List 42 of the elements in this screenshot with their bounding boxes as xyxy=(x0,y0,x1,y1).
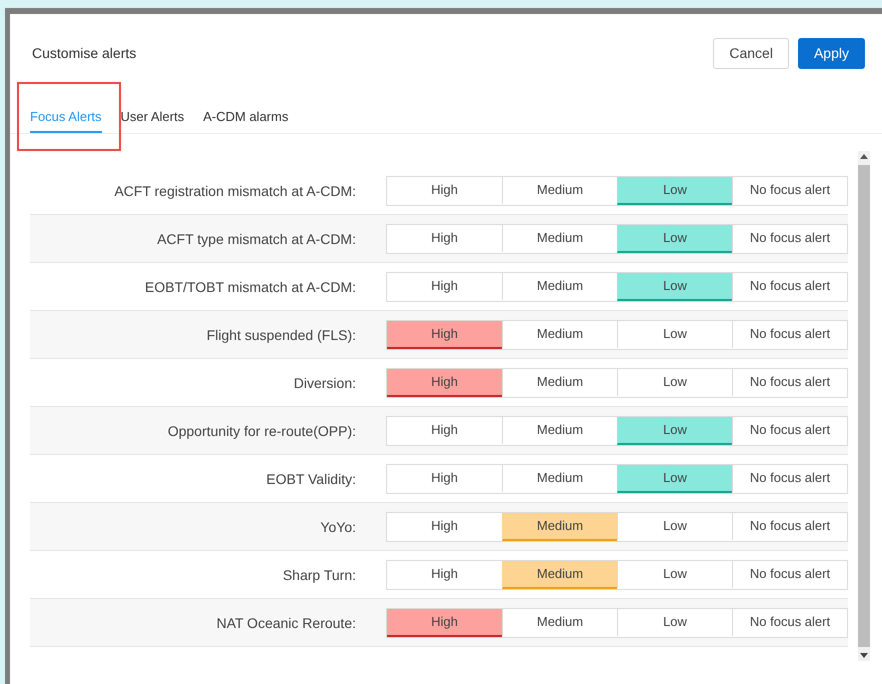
level-option[interactable]: High xyxy=(387,320,502,348)
scroll-down-icon[interactable] xyxy=(860,653,868,658)
alert-label: EOBT/TOBT mismatch at A-CDM: xyxy=(144,278,356,294)
level-option[interactable]: Medium xyxy=(502,416,617,444)
tab[interactable]: User Alerts xyxy=(120,104,184,133)
level-option[interactable]: Low xyxy=(617,320,732,348)
alert-label: ACFT registration mismatch at A-CDM: xyxy=(113,182,356,198)
level-option[interactable]: High xyxy=(387,224,502,252)
scroll-up-icon[interactable] xyxy=(860,154,868,159)
alert-label: ACFT type mismatch at A-CDM: xyxy=(156,230,356,246)
level-option[interactable]: Medium xyxy=(502,608,617,636)
level-option[interactable]: No focus alert xyxy=(732,416,847,444)
dialog-title: Customise alerts xyxy=(32,45,136,61)
level-option[interactable]: No focus alert xyxy=(732,320,847,348)
alert-label: EOBT Validity: xyxy=(265,470,356,486)
level-option[interactable]: No focus alert xyxy=(732,224,847,252)
alert-label: NAT Oceanic Reroute: xyxy=(215,614,356,630)
level-option[interactable]: High xyxy=(387,416,502,444)
level-option[interactable]: Low xyxy=(617,464,732,492)
level-option[interactable]: Medium xyxy=(502,320,617,348)
level-option[interactable]: Medium xyxy=(502,224,617,252)
level-option[interactable]: No focus alert xyxy=(732,608,847,636)
level-option[interactable]: No focus alert xyxy=(732,512,847,540)
level-option[interactable]: High xyxy=(387,608,502,636)
level-option[interactable]: Low xyxy=(617,224,732,252)
alert-label: Diversion: xyxy=(292,374,356,390)
alert-label: Flight suspended (FLS): xyxy=(206,326,356,342)
alert-label: Sharp Turn: xyxy=(282,566,356,582)
level-option[interactable]: Low xyxy=(617,416,732,444)
tab[interactable]: A-CDM alarms xyxy=(203,104,288,133)
level-option[interactable]: Low xyxy=(617,608,732,636)
level-option[interactable]: Low xyxy=(617,272,732,300)
apply-button[interactable]: Apply xyxy=(798,38,865,68)
level-option[interactable]: Low xyxy=(617,176,732,204)
level-option[interactable]: Medium xyxy=(502,560,617,588)
cancel-button[interactable]: Cancel xyxy=(713,38,789,68)
level-option[interactable]: High xyxy=(387,512,502,540)
level-option[interactable]: Medium xyxy=(502,512,617,540)
level-option[interactable]: Low xyxy=(617,512,732,540)
level-option[interactable]: High xyxy=(387,368,502,396)
alert-label: Opportunity for re-route(OPP): xyxy=(166,422,356,438)
alert-label: YoYo: xyxy=(319,518,356,534)
